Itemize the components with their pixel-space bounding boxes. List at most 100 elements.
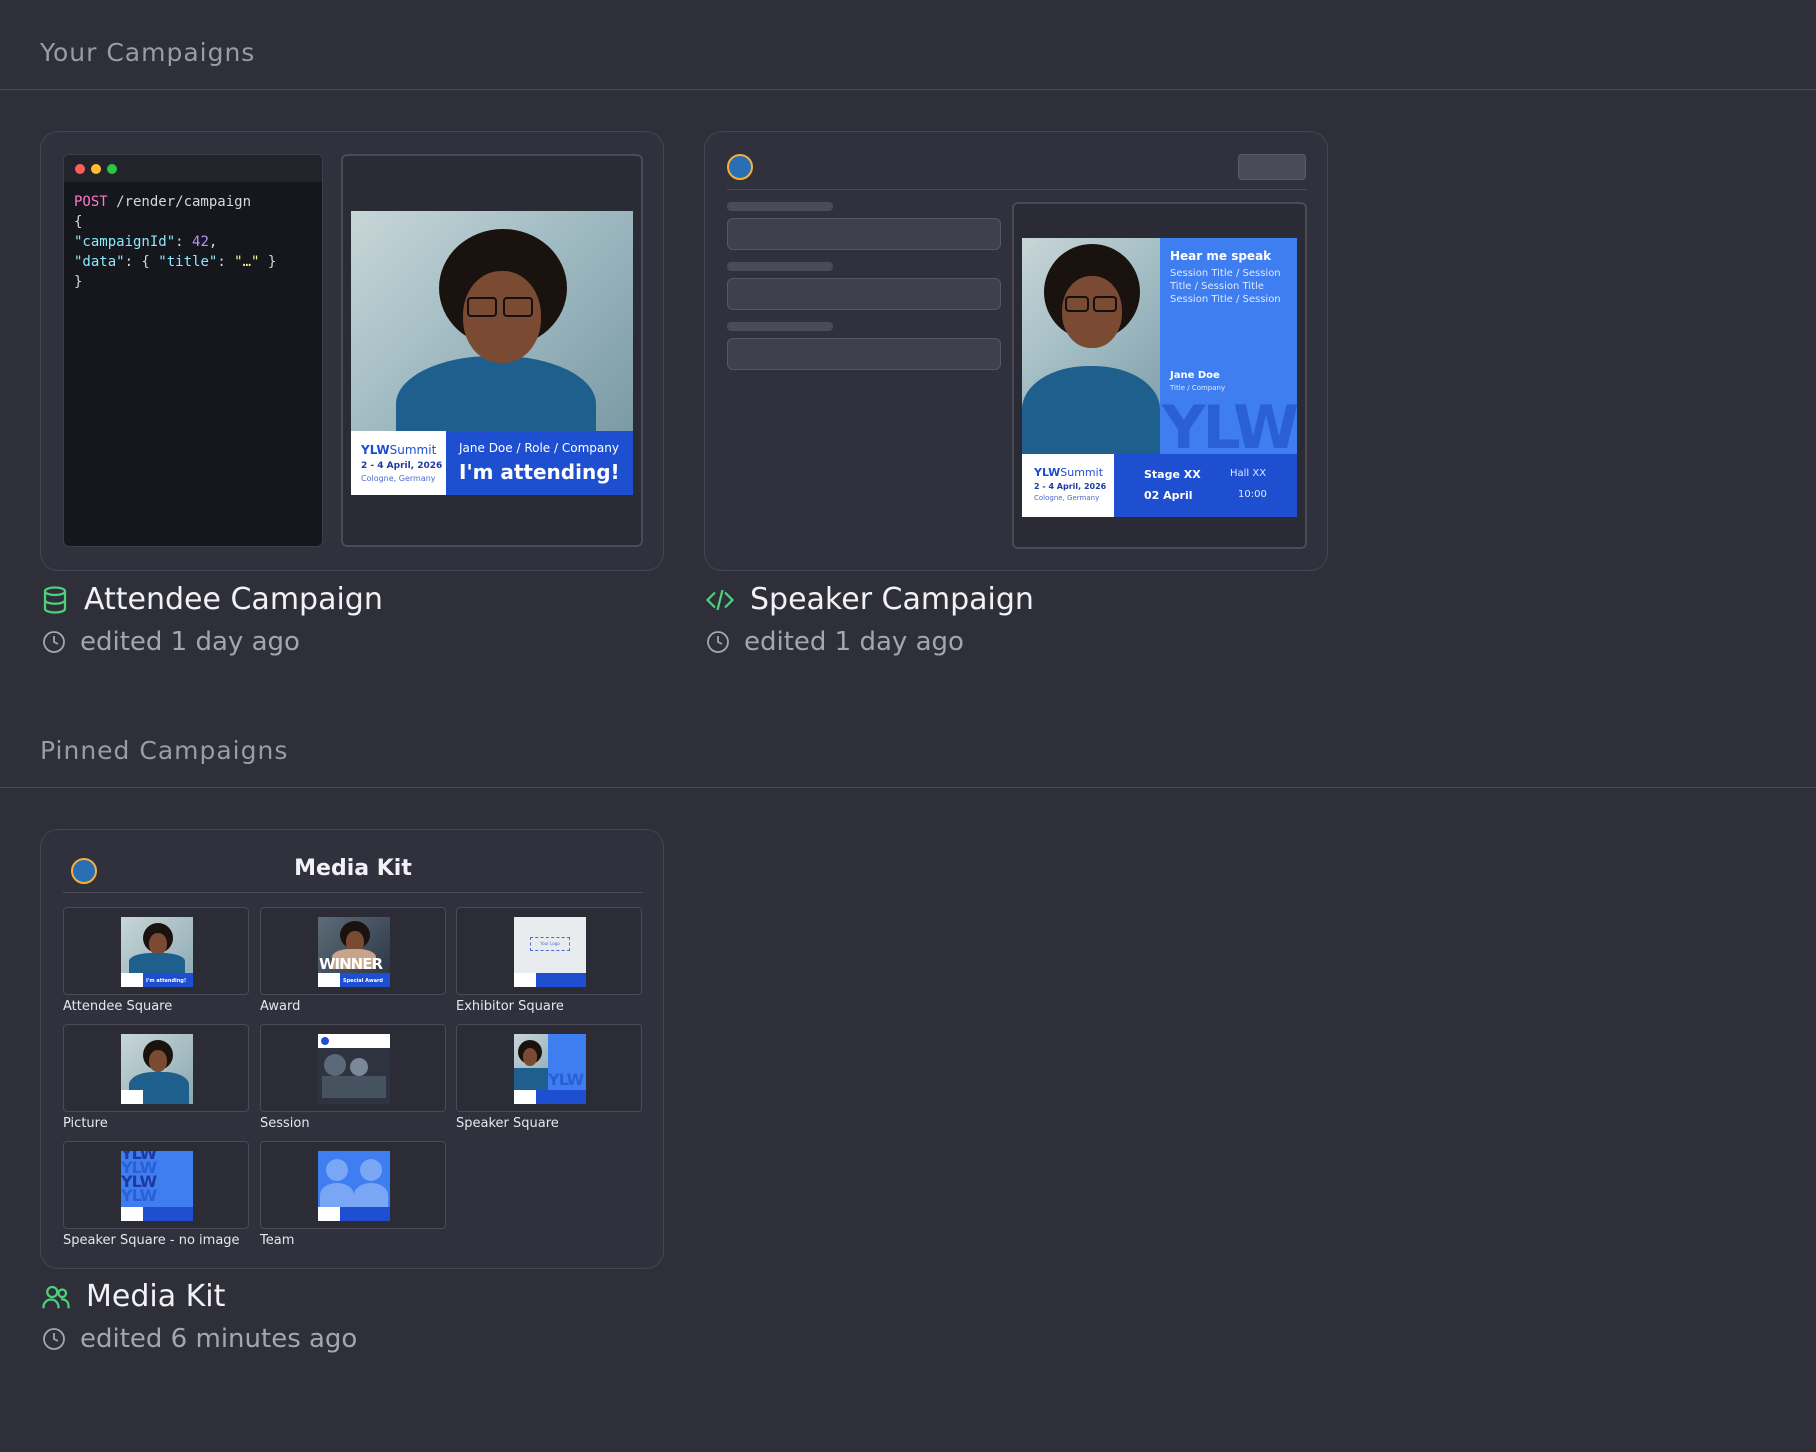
code-key: "campaignId" [74,234,176,250]
attendee-person-line: Jane Doe / Role / Company [459,441,619,455]
code-value: "…" [234,254,260,270]
speaker-session-lines: Session Title / Session Title / Session … [1170,268,1281,305]
brand-dates: 2 - 4 April, 2026 [1034,482,1107,491]
skeleton-label [727,202,833,211]
media-kit-panel-title: Media Kit [294,856,412,881]
template-attendee-square[interactable]: I'm attending! [63,907,249,995]
speaker-stage: Stage XX [1144,468,1201,481]
thumb-text: Special Award [340,973,390,987]
code-brace-close: } [74,274,83,290]
edited-time: edited 1 day ago [80,627,300,657]
speaker-banner: Stage XX Hall XX 02 April 10:00 [1114,454,1297,517]
brand-rest: Summit [1060,466,1104,479]
template-thumbnail: Your Logo [514,917,586,987]
speaker-heading: Hear me speak [1170,249,1272,263]
code-brace-open: { [74,214,83,230]
code-window: POST /render/campaign { "campaignId": 42… [63,154,323,547]
template-thumbnail: YLW YLW YLW YLW [121,1151,193,1221]
campaign-title-speaker[interactable]: Speaker Campaign [704,582,1034,617]
attendee-brand-block: YLWSummit 2 - 4 April, 2026 Cologne, Ger… [351,431,446,495]
speaker-info-panel: Hear me speak Session Title / Session Ti… [1160,238,1297,454]
section-divider [0,89,1816,90]
speaker-hall: Hall XX [1230,468,1267,479]
speaker-name: Jane Doe [1170,370,1220,381]
template-label: Attendee Square [63,999,173,1014]
template-label: Speaker Square - no image [63,1233,240,1248]
brand-bold: YLW [361,443,390,457]
campaign-card-speaker[interactable]: Hear me speak Session Title / Session Ti… [704,131,1328,571]
template-speaker-square-no-image[interactable]: YLW YLW YLW YLW [63,1141,249,1229]
skeleton-label [727,322,833,331]
campaign-name: Speaker Campaign [750,582,1034,617]
template-label: Team [260,1233,295,1248]
edited-time: edited 6 minutes ago [80,1324,358,1354]
campaign-edited-media-kit: edited 6 minutes ago [42,1324,357,1354]
database-icon [43,585,67,614]
thumb-text: YLW [548,1070,584,1089]
thumb-text: WINNER [319,955,383,973]
code-path: /render/campaign [107,194,252,210]
header-divider [63,892,643,893]
template-picture[interactable] [63,1024,249,1112]
template-label: Speaker Square [456,1116,559,1131]
skeleton-label [727,262,833,271]
speaker-brand-block: YLWSummit 2 - 4 April, 2026 Cologne, Ger… [1022,454,1114,517]
template-team[interactable] [260,1141,446,1229]
thumb-text: Your Logo [530,937,570,951]
skeleton-input [727,338,1001,370]
campaign-name: Attendee Campaign [84,582,383,617]
brand-dates: 2 - 4 April, 2026 [361,461,443,471]
campaign-edited-attendee: edited 1 day ago [42,627,300,657]
attendee-photo [351,211,633,431]
speaker-date: 02 April [1144,489,1193,502]
section-title-your-campaigns: Your Campaigns [40,38,256,67]
window-controls [64,155,322,182]
maximize-dot-icon [107,163,117,174]
logo-icon [727,154,753,180]
template-thumbnail: YLW [514,1034,586,1104]
attendee-banner: Jane Doe / Role / Company I'm attending! [446,431,633,495]
speaker-time: 10:00 [1238,489,1267,500]
thumb-text: I'm attending! [143,973,193,987]
template-thumbnail: WINNER Special Award [318,917,390,987]
code-key: "title" [158,254,218,270]
brand-bold: YLW [1034,466,1061,479]
template-exhibitor-square[interactable]: Your Logo [456,907,642,995]
template-thumbnail [318,1034,390,1104]
template-label: Award [260,999,301,1014]
clock-icon [43,1328,65,1350]
thumb-text: YLW [121,1186,157,1205]
template-label: Exhibitor Square [456,999,564,1014]
campaign-title-attendee[interactable]: Attendee Campaign [40,582,383,617]
header-divider [727,189,1307,190]
speaker-title: Title / Company [1170,384,1226,392]
skeleton-input [727,278,1001,310]
clock-icon [43,631,65,653]
code-snippet: POST /render/campaign { "campaignId": 42… [74,194,277,290]
close-dot-icon [75,163,85,174]
attendee-headline: I'm attending! [459,460,620,484]
speaker-photo [1022,238,1160,454]
placeholder-button[interactable] [1238,154,1306,180]
template-session[interactable] [260,1024,446,1112]
template-speaker-square[interactable]: YLW [456,1024,642,1112]
campaign-title-media-kit[interactable]: Media Kit [40,1279,225,1314]
code-method: POST [74,194,108,210]
code-value: 42 [192,234,209,250]
section-title-pinned-campaigns: Pinned Campaigns [40,736,289,765]
brand-location: Cologne, Germany [361,474,436,483]
template-label: Session [260,1116,310,1131]
campaign-card-media-kit[interactable]: Media Kit I'm attending! Attendee Square… [40,829,664,1269]
users-icon [42,1285,70,1308]
code-icon [705,589,735,610]
section-divider [0,787,1816,788]
campaign-name: Media Kit [86,1279,226,1314]
template-thumbnail [121,1034,193,1104]
template-thumbnail: I'm attending! [121,917,193,987]
clock-icon [707,631,729,653]
brand-location: Cologne, Germany [1034,494,1100,502]
campaign-card-attendee[interactable]: POST /render/campaign { "campaignId": 42… [40,131,664,571]
code-key: "data" [74,254,125,270]
template-award[interactable]: WINNER Special Award [260,907,446,995]
skeleton-input [727,218,1001,250]
